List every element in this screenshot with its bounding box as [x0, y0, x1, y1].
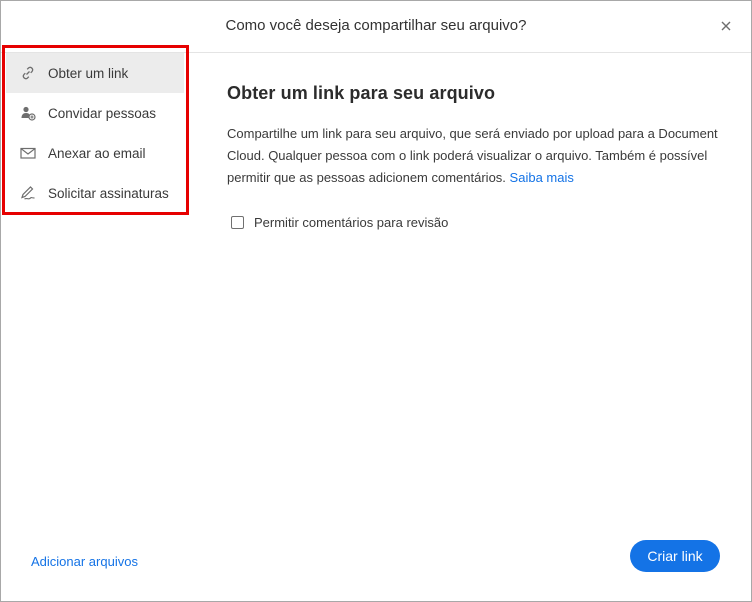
allow-comments-label[interactable]: Permitir comentários para revisão: [254, 215, 448, 230]
envelope-icon: [19, 144, 37, 162]
dialog-header: Como você deseja compartilhar seu arquiv…: [1, 1, 751, 53]
content-heading: Obter um link para seu arquivo: [227, 83, 496, 103]
link-icon: [19, 64, 37, 82]
content-description: Compartilhe um link para seu arquivo, qu…: [227, 123, 719, 189]
sidebar-item-label: Convidar pessoas: [48, 105, 157, 121]
sidebar-item-attach-email[interactable]: Anexar ao email: [6, 133, 184, 173]
learn-more-link[interactable]: Saiba mais: [510, 170, 574, 185]
share-dialog: Como você deseja compartilhar seu arquiv…: [0, 0, 752, 602]
sidebar-item-label: Solicitar assinaturas: [48, 185, 169, 201]
close-icon: [721, 21, 731, 31]
allow-comments-checkbox[interactable]: [231, 216, 244, 229]
sidebar-item-label: Obter um link: [48, 65, 129, 81]
add-files-link[interactable]: Adicionar arquivos: [31, 554, 138, 569]
close-button[interactable]: [715, 15, 737, 37]
create-link-button[interactable]: Criar link: [630, 540, 720, 572]
signature-icon: [19, 184, 37, 202]
sidebar-item-invite-people[interactable]: Convidar pessoas: [6, 93, 184, 133]
dialog-title: Como você deseja compartilhar seu arquiv…: [225, 17, 527, 34]
option-content-panel: Obter um link para seu arquivo Compartil…: [227, 83, 727, 230]
sidebar-item-label: Anexar ao email: [48, 145, 146, 161]
allow-comments-option: Permitir comentários para revisão: [227, 215, 727, 230]
add-person-icon: [19, 104, 37, 122]
share-options-sidebar: Obter um link Convidar pessoas Anexar ao…: [6, 53, 184, 213]
sidebar-item-request-signatures[interactable]: Solicitar assinaturas: [6, 173, 184, 213]
sidebar-item-get-link[interactable]: Obter um link: [6, 53, 184, 93]
description-text: Compartilhe um link para seu arquivo, qu…: [227, 126, 718, 185]
